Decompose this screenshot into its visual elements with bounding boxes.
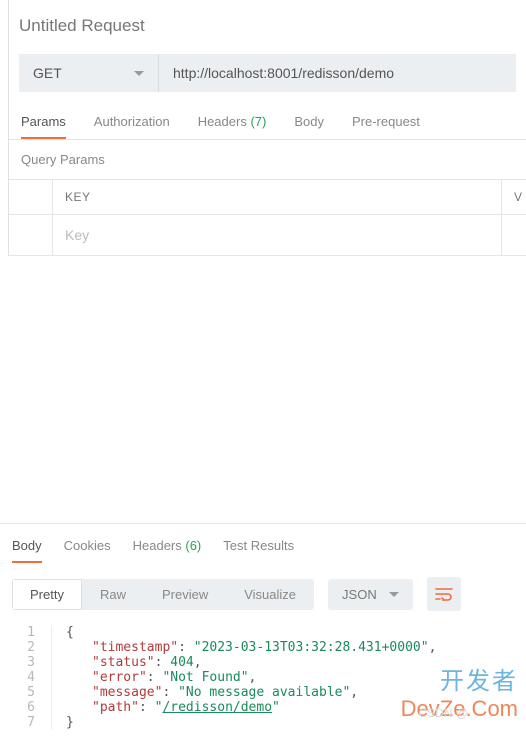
response-tab-headers-count: (6) <box>185 538 201 553</box>
method-value: GET <box>33 65 62 81</box>
response-tabs: Body Cookies Headers (6) Test Results <box>0 524 526 563</box>
query-params-table: KEY V Key <box>9 179 526 256</box>
line-number: 1 <box>0 625 52 640</box>
tab-headers[interactable]: Headers (7) <box>198 114 267 139</box>
tab-params[interactable]: Params <box>21 114 66 139</box>
table-row-key-input[interactable]: Key <box>53 215 502 255</box>
table-row-value-input[interactable] <box>502 215 526 255</box>
tab-authorization[interactable]: Authorization <box>94 114 170 139</box>
line-number: 7 <box>0 715 52 730</box>
method-select[interactable]: GET <box>19 54 159 92</box>
response-pane: Body Cookies Headers (6) Test Results Pr… <box>0 523 526 740</box>
response-toolbar: Pretty Raw Preview Visualize JSON <box>0 563 526 621</box>
view-visualize[interactable]: Visualize <box>226 579 314 610</box>
tab-headers-label: Headers <box>198 114 247 129</box>
line-number: 4 <box>0 670 52 685</box>
format-value: JSON <box>342 587 377 602</box>
line-number: 3 <box>0 655 52 670</box>
line-number: 6 <box>0 700 52 715</box>
table-value-header: V <box>502 180 526 214</box>
tab-body[interactable]: Body <box>294 114 324 139</box>
response-tab-body[interactable]: Body <box>12 538 42 563</box>
tab-headers-count: (7) <box>250 114 266 129</box>
chevron-down-icon <box>389 592 399 597</box>
view-pretty[interactable]: Pretty <box>12 579 82 610</box>
request-title[interactable]: Untitled Request <box>9 0 526 54</box>
wrap-icon <box>435 587 453 601</box>
response-tab-cookies[interactable]: Cookies <box>64 538 111 563</box>
line-number: 2 <box>0 640 52 655</box>
line-number: 5 <box>0 685 52 700</box>
table-row-check[interactable] <box>9 215 53 255</box>
response-tab-test[interactable]: Test Results <box>223 538 294 563</box>
request-tabs: Params Authorization Headers (7) Body Pr… <box>9 92 526 140</box>
request-bar: GET <box>9 54 526 92</box>
url-input[interactable] <box>159 54 516 92</box>
response-body-code[interactable]: 1 { 2 "timestamp": "2023-03-13T03:32:28.… <box>0 621 526 740</box>
query-params-title: Query Params <box>9 140 526 179</box>
view-mode-pill: Pretty Raw Preview Visualize <box>12 579 314 610</box>
table-check-col <box>9 180 53 214</box>
wrap-lines-button[interactable] <box>427 577 461 611</box>
response-tab-headers[interactable]: Headers (6) <box>133 538 202 563</box>
table-key-header: KEY <box>53 180 502 214</box>
response-tab-headers-label: Headers <box>133 538 182 553</box>
view-raw[interactable]: Raw <box>82 579 144 610</box>
tab-prerequest[interactable]: Pre-request <box>352 114 420 139</box>
view-preview[interactable]: Preview <box>144 579 226 610</box>
format-select[interactable]: JSON <box>328 579 413 610</box>
chevron-down-icon <box>134 71 144 76</box>
